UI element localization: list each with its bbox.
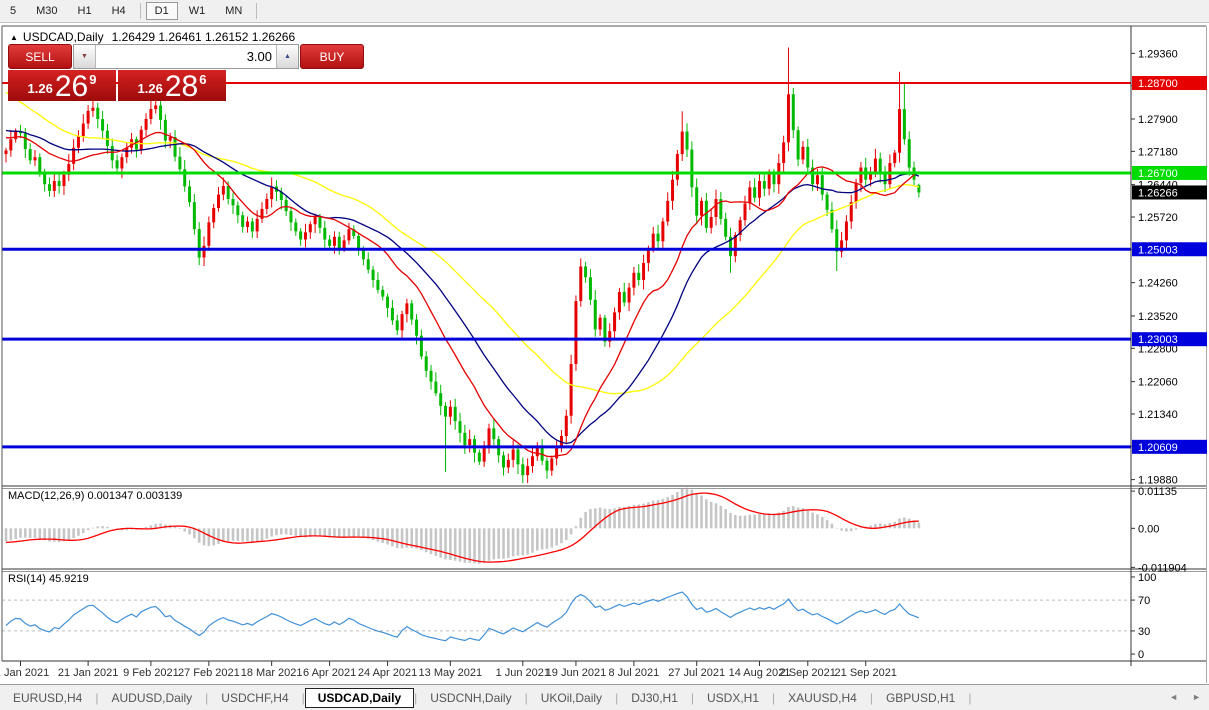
timeframe-button-5[interactable]: 5 (1, 2, 25, 20)
timeframe-button-H1[interactable]: H1 (69, 2, 101, 20)
date-tick-label: 18 Mar 2021 (240, 667, 303, 679)
rsi-tick-label: 100 (1138, 572, 1156, 584)
date-tick-label: 24 Apr 2021 (357, 667, 418, 679)
toolbar-separator (256, 3, 258, 19)
rsi-tick-label: 70 (1138, 595, 1150, 607)
lot-size-input[interactable] (96, 45, 276, 68)
date-tick-label: 6 Apr 2021 (303, 667, 357, 679)
macd-tick-label: 0.00 (1138, 523, 1159, 535)
price-tick-label: 1.29360 (1138, 48, 1178, 60)
date-tick-label: 21 Jan 2021 (57, 667, 119, 679)
timeframe-button-D1[interactable]: D1 (145, 2, 178, 20)
date-tick-label: 21 Sep 2021 (834, 667, 897, 679)
chart-ohlc-values: 1.26429 1.26461 1.26152 1.26266 (111, 30, 296, 44)
price-tick-label: 1.21340 (1138, 409, 1178, 421)
rsi-tick-label: 0 (1138, 649, 1144, 661)
price-tick-label: 1.23520 (1138, 311, 1178, 323)
price-level-badge-label: 1.26266 (1138, 187, 1178, 199)
sell-price-prefix: 1.26 (27, 81, 53, 96)
tab-usdcad-daily[interactable]: USDCAD,Daily (304, 687, 415, 708)
timeframe-button-MN[interactable]: MN (216, 2, 251, 20)
date-tick-label: 1 Jun 2021 (495, 667, 551, 679)
timeframe-button-H4[interactable]: H4 (103, 2, 135, 20)
date-tick-label: 8 Jul 2021 (608, 667, 660, 679)
date-tick-label: 9 Feb 2021 (123, 667, 179, 679)
rsi-indicator-label: RSI(14) 45.9219 (8, 573, 89, 585)
price-level-badge-label: 1.20609 (1138, 442, 1178, 454)
buy-button[interactable]: BUY (300, 44, 364, 69)
price-tick-label: 1.27900 (1138, 114, 1178, 126)
date-tick-label: 2 Sep 2021 (779, 667, 836, 679)
tab-eurusd-h4[interactable]: EURUSD,H4 (0, 688, 95, 708)
tab-gbpusd-h1[interactable]: GBPUSD,H1 (873, 688, 968, 708)
lot-size-stepper: ▼ ▲ (73, 44, 299, 69)
price-tick-label: 1.25720 (1138, 212, 1178, 224)
tab-usdchf-h4[interactable]: USDCHF,H4 (208, 688, 301, 708)
buy-price-pip: 6 (199, 72, 207, 87)
symbol-tab-bar: EURUSD,H4 | AUDUSD,Daily | USDCHF,H4 | USDCAD,… (0, 684, 1209, 710)
tab-usdx-h1[interactable]: USDX,H1 (694, 688, 772, 708)
price-level-badge-label: 1.26700 (1138, 168, 1178, 180)
sell-price-pip: 9 (89, 72, 97, 87)
date-tick-label: 27 Feb 2021 (177, 667, 240, 679)
price-tick-label: 1.19880 (1138, 475, 1178, 487)
tab-scroll-left-icon[interactable]: ◄ (1169, 692, 1178, 702)
timeframe-button-M30[interactable]: M30 (27, 2, 66, 20)
date-tick-label: 13 May 2021 (418, 667, 483, 679)
tab-dj30-h1[interactable]: DJ30,H1 (618, 688, 691, 708)
tab-scroll-right-icon[interactable]: ► (1192, 692, 1201, 702)
price-level-badge-label: 1.25003 (1138, 244, 1178, 256)
sell-button[interactable]: SELL (8, 44, 72, 69)
date-axis: 1 Jan 2021 21 Jan 2021 9 Feb 2021 27 Feb 20… (0, 667, 1209, 682)
macd-tick-label: 0.01135 (1138, 486, 1177, 498)
lot-decrease-button[interactable]: ▼ (74, 45, 96, 68)
lot-increase-button[interactable]: ▲ (276, 45, 298, 68)
tab-ukoil-daily[interactable]: UKOil,Daily (528, 688, 615, 708)
tab-separator: | (968, 690, 972, 705)
date-tick-label: 27 Jul 2021 (668, 667, 726, 679)
toolbar-separator (139, 3, 141, 19)
tab-usdcnh-daily[interactable]: USDCNH,Daily (417, 688, 524, 708)
price-level-badge-label: 1.28700 (1138, 78, 1178, 90)
buy-price-prefix: 1.26 (137, 81, 163, 96)
timeframe-toolbar: 5 M30 H1 H4 D1 W1 MN (0, 0, 1209, 23)
price-tick-label: 1.24260 (1138, 278, 1178, 290)
buy-price-display[interactable]: 1.26 28 6 (118, 70, 226, 103)
timeframe-button-W1[interactable]: W1 (180, 2, 215, 20)
chart-title-bar: ▲ USDCAD,Daily 1.26429 1.26461 1.26152 1.2… (10, 30, 295, 44)
chart-symbol-title: USDCAD,Daily (22, 30, 104, 44)
price-tick-label: 1.22060 (1138, 377, 1178, 389)
sell-price-big: 26 (54, 70, 89, 103)
sell-price-display[interactable]: 1.26 26 9 (8, 70, 116, 103)
collapse-triangle-icon[interactable]: ▲ (10, 33, 18, 42)
macd-indicator-label: MACD(12,26,9) 0.001347 0.003139 (8, 490, 183, 502)
buy-price-big: 28 (164, 70, 199, 103)
tab-scroll-arrows: ◄ ► (1155, 692, 1201, 702)
date-tick-label: 19 Jun 2021 (545, 667, 607, 679)
date-tick-label: 1 Jan 2021 (0, 667, 50, 679)
price-level-badge-label: 1.23003 (1138, 334, 1178, 346)
one-click-trading-panel: SELL ▼ ▲ BUY 1.26 26 9 1.26 28 6 (8, 44, 364, 103)
price-tick-label: 1.27180 (1138, 146, 1178, 158)
rsi-tick-label: 30 (1138, 626, 1150, 638)
tab-audusd-daily[interactable]: AUDUSD,Daily (98, 688, 205, 708)
tab-xauusd-h4[interactable]: XAUUSD,H4 (775, 688, 870, 708)
